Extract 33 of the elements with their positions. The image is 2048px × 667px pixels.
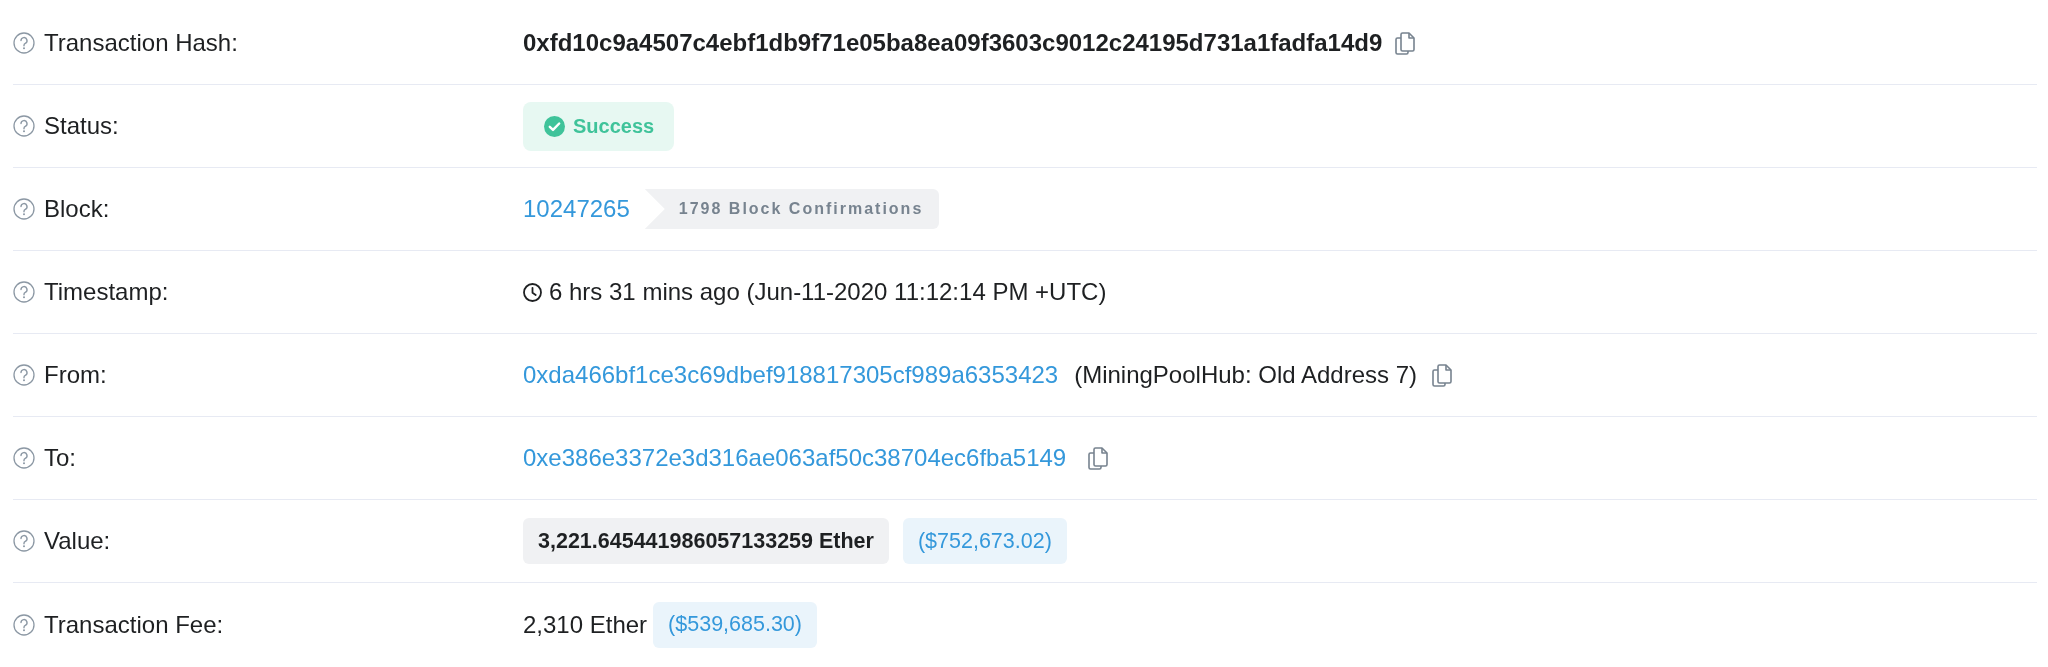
clock-icon xyxy=(523,282,542,302)
help-icon[interactable] xyxy=(13,281,35,303)
fee-amount: 2,310 Ether xyxy=(523,609,648,640)
block-number-link[interactable]: 10247265 xyxy=(523,191,630,227)
help-icon[interactable] xyxy=(13,447,35,469)
usd-value-badge: ($752,673.02) xyxy=(902,518,1067,564)
transaction-hash: 0xfd10c9a4507c4ebf1db9f71e05ba8ea09f3603c9012c24195d731a1fadfa14d9 xyxy=(523,28,1383,58)
copy-icon[interactable] xyxy=(1432,363,1452,387)
field-label: Status: xyxy=(44,111,119,141)
address-link[interactable]: 0xe386e3372e3d316ae063af50c38704ec6fba5149 xyxy=(523,440,1067,476)
field-label: Transaction Hash: xyxy=(44,28,238,58)
copy-icon[interactable] xyxy=(1088,446,1109,470)
ether-value-badge: 3,221.645441986057133259 Ether xyxy=(523,518,889,564)
help-icon[interactable] xyxy=(13,364,35,386)
field-label: From: xyxy=(44,360,107,390)
help-icon[interactable] xyxy=(13,613,35,636)
field-label: Block: xyxy=(44,194,110,224)
field-label: Transaction Fee: xyxy=(44,609,224,640)
field-label: To: xyxy=(44,443,76,473)
address-name-tag: (MiningPoolHub: Old Address 7) xyxy=(1074,357,1417,393)
help-icon[interactable] xyxy=(13,530,35,552)
usd-value-badge: ($539,685.30) xyxy=(653,601,817,648)
status-text: Success xyxy=(573,114,655,139)
help-icon[interactable] xyxy=(13,32,35,54)
check-circle-icon xyxy=(544,115,565,137)
copy-icon[interactable] xyxy=(1395,31,1416,55)
field-label: Value: xyxy=(44,526,111,556)
help-icon[interactable] xyxy=(13,115,35,137)
field-label: Timestamp: xyxy=(44,277,169,307)
timestamp-text: 6 hrs 31 mins ago (Jun-11-2020 11:12:14 PM +UTC) xyxy=(549,277,1107,307)
address-link[interactable]: 0xda466bf1ce3c69dbef918817305cf989a6353423 xyxy=(523,357,1059,393)
help-icon[interactable] xyxy=(13,198,35,220)
confirmations-badge: 1798 Block Confirmations xyxy=(644,189,940,229)
